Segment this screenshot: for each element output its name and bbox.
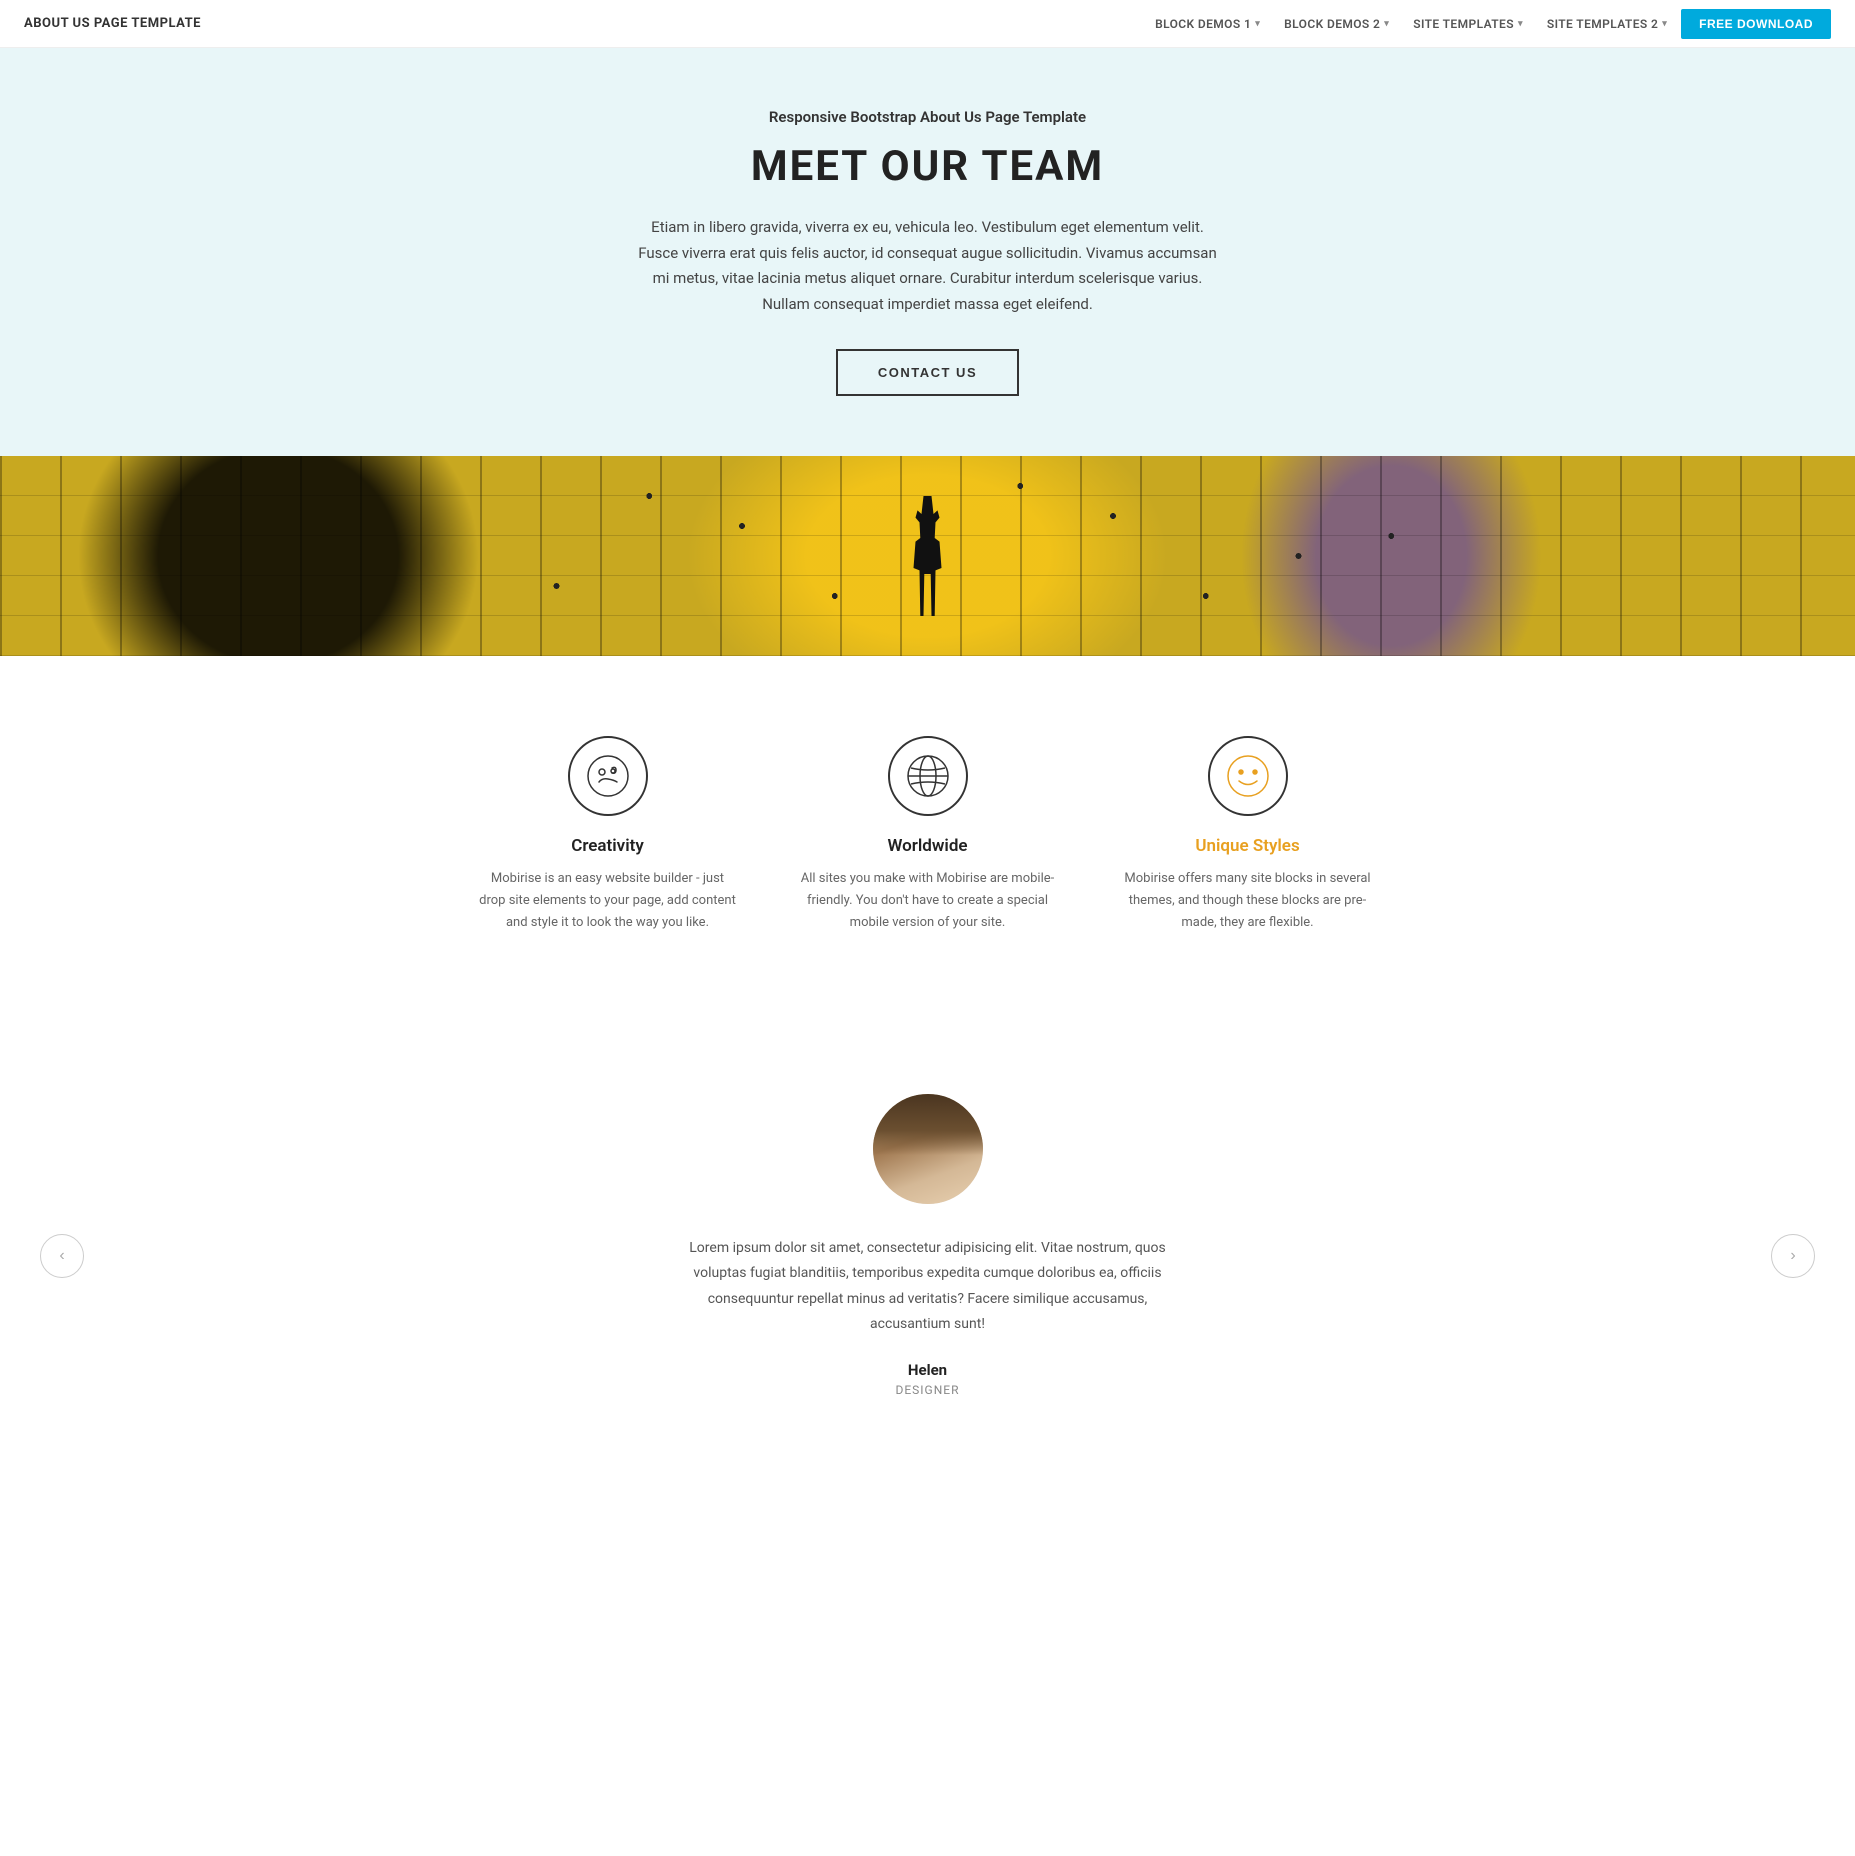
unique-styles-svg [1226, 754, 1270, 798]
testimonial-section: Lorem ipsum dolor sit amet, consectetur … [0, 1014, 1855, 1497]
nav-brand: ABOUT US PAGE TEMPLATE [24, 16, 201, 31]
banner-inner [0, 456, 1855, 656]
feature-unique-styles-desc: Mobirise offers many site blocks in seve… [1118, 868, 1378, 934]
feature-creativity-title: Creativity [478, 836, 738, 856]
free-download-button[interactable]: FREE DOWNLOAD [1681, 9, 1831, 39]
testimonial-text: Lorem ipsum dolor sit amet, consectetur … [678, 1236, 1178, 1337]
hero-subtitle: Responsive Bootstrap About Us Page Templ… [40, 108, 1815, 126]
carousel-prev-button[interactable]: ‹ [40, 1234, 84, 1278]
feature-worldwide-desc: All sites you make with Mobirise are mob… [798, 868, 1058, 934]
creativity-svg [586, 754, 630, 798]
unique-styles-icon-circle [1208, 736, 1288, 816]
nav-item-site-templates[interactable]: SITE TEMPLATES ▾ [1403, 11, 1533, 37]
worldwide-svg [906, 754, 950, 798]
carousel-next-button[interactable]: › [1771, 1234, 1815, 1278]
creativity-icon-circle [568, 736, 648, 816]
banner-image [0, 456, 1855, 656]
features-grid: Creativity Mobirise is an easy website b… [478, 736, 1378, 934]
testimonial-avatar [873, 1094, 983, 1204]
testimonial-role: DESIGNER [40, 1383, 1815, 1397]
hero-title: MEET OUR TEAM [40, 142, 1815, 191]
nav-item-block-demos-2[interactable]: BLOCK DEMOS 2 ▾ [1274, 11, 1399, 37]
contact-us-button[interactable]: CONTACT US [836, 349, 1019, 396]
nav-links: BLOCK DEMOS 1 ▾ BLOCK DEMOS 2 ▾ SITE TEM… [1145, 9, 1831, 39]
feature-worldwide: Worldwide All sites you make with Mobiri… [798, 736, 1058, 934]
dropdown-arrow-1: ▾ [1255, 19, 1260, 29]
avatar-image [873, 1094, 983, 1204]
features-section: Creativity Mobirise is an easy website b… [0, 656, 1855, 1014]
worldwide-icon-circle [888, 736, 968, 816]
dropdown-arrow-3: ▾ [1518, 19, 1523, 29]
feature-creativity-desc: Mobirise is an easy website builder - ju… [478, 868, 738, 934]
nav-item-site-templates-2[interactable]: SITE TEMPLATES 2 ▾ [1537, 11, 1677, 37]
navbar: ABOUT US PAGE TEMPLATE BLOCK DEMOS 1 ▾ B… [0, 0, 1855, 48]
feature-worldwide-title: Worldwide [798, 836, 1058, 856]
testimonial-name: Helen [40, 1361, 1815, 1379]
nav-item-block-demos-1[interactable]: BLOCK DEMOS 1 ▾ [1145, 11, 1270, 37]
hero-description: Etiam in libero gravida, viverra ex eu, … [638, 215, 1218, 317]
feature-unique-styles: Unique Styles Mobirise offers many site … [1118, 736, 1378, 934]
hero-section: Responsive Bootstrap About Us Page Templ… [0, 48, 1855, 456]
feature-unique-styles-title: Unique Styles [1118, 836, 1378, 856]
feature-creativity: Creativity Mobirise is an easy website b… [478, 736, 738, 934]
dropdown-arrow-2: ▾ [1384, 19, 1389, 29]
dropdown-arrow-4: ▾ [1662, 19, 1667, 29]
